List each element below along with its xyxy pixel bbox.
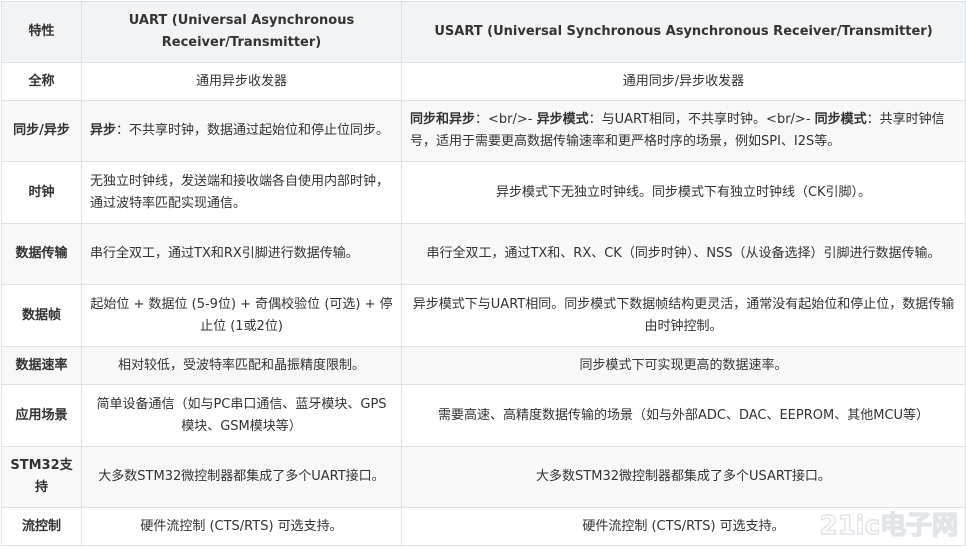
row-usart-value: 需要高速、高精度数据传输的场景（如与外部ADC、DAC、EEPROM、其他MCU… <box>401 384 966 447</box>
row-feature: 时钟 <box>1 161 82 224</box>
row-usart-value: 大多数STM32微控制器都集成了多个USART接口。 <box>401 446 966 508</box>
header-usart: USART (Universal Synchronous Asynchronou… <box>401 1 966 63</box>
row-feature: 数据传输 <box>1 223 82 285</box>
row-uart-value: 通用异步收发器 <box>81 62 402 101</box>
row-feature: 应用场景 <box>1 384 82 447</box>
row-usart-value: 通用同步/异步收发器 <box>401 62 966 101</box>
row-feature: 全称 <box>1 62 82 101</box>
row-usart-value: 同步和异步：<br/>- 异步模式：与UART相同，不共享时钟。<br/>- 同… <box>401 100 966 162</box>
table-row: 数据帧 起始位 + 数据位 (5-9位) + 奇偶校验位 (可选) + 停止位 … <box>1 284 966 347</box>
row-usart-value: 异步模式下无独立时钟线。同步模式下有独立时钟线（CK引脚）。 <box>401 161 966 224</box>
row-uart-value: 异步：不共享时钟，数据通过起始位和停止位同步。 <box>81 100 402 162</box>
table-row: STM32支持 大多数STM32微控制器都集成了多个UART接口。 大多数STM… <box>1 446 966 508</box>
row-usart-value: 硬件流控制 (CTS/RTS) 可选支持。 <box>401 507 966 546</box>
usart-async-mode-term: 异步模式 <box>536 112 589 127</box>
row-uart-value: 无独立时钟线，发送端和接收端各自使用内部时钟，通过波特率匹配实现通信。 <box>81 161 402 224</box>
uart-sync-desc: ：不共享时钟，数据通过起始位和停止位同步。 <box>116 123 390 138</box>
table-row: 数据速率 相对较低，受波特率匹配和晶振精度限制。 同步模式下可实现更高的数据速率… <box>1 346 966 385</box>
row-feature: 数据帧 <box>1 284 82 347</box>
usart-sync-text-2: ：与UART相同，不共享时钟。<br/>- <box>588 112 815 127</box>
row-uart-value: 硬件流控制 (CTS/RTS) 可选支持。 <box>81 507 402 546</box>
usart-sync-mode-term: 同步模式 <box>814 112 867 127</box>
uart-usart-comparison-table: 特性 UART (Universal Asynchronous Receiver… <box>1 1 966 546</box>
row-uart-value: 串行全双工，通过TX和RX引脚进行数据传输。 <box>81 223 402 285</box>
row-uart-value: 简单设备通信（如与PC串口通信、蓝牙模块、GPS模块、GSM模块等） <box>81 384 402 447</box>
row-uart-value: 相对较低，受波特率匹配和晶振精度限制。 <box>81 346 402 385</box>
table-row: 数据传输 串行全双工，通过TX和RX引脚进行数据传输。 串行全双工，通过TX和、… <box>1 223 966 285</box>
usart-sync-term: 同步和异步 <box>410 112 476 127</box>
header-uart: UART (Universal Asynchronous Receiver/Tr… <box>81 1 402 63</box>
row-feature: 流控制 <box>1 507 82 546</box>
header-feature: 特性 <box>1 1 82 63</box>
row-usart-value: 异步模式下与UART相同。同步模式下数据帧结构更灵活，通常没有起始位和停止位，数… <box>401 284 966 347</box>
row-feature: STM32支持 <box>1 446 82 508</box>
table-row: 全称 通用异步收发器 通用同步/异步收发器 <box>1 62 966 101</box>
table-row: 同步/异步 异步：不共享时钟，数据通过起始位和停止位同步。 同步和异步：<br/… <box>1 100 966 162</box>
table-row: 时钟 无独立时钟线，发送端和接收端各自使用内部时钟，通过波特率匹配实现通信。 异… <box>1 161 966 224</box>
uart-sync-term: 异步 <box>90 123 117 138</box>
row-uart-value: 大多数STM32微控制器都集成了多个UART接口。 <box>81 446 402 508</box>
row-feature: 同步/异步 <box>1 100 82 162</box>
row-feature: 数据速率 <box>1 346 82 385</box>
row-uart-value: 起始位 + 数据位 (5-9位) + 奇偶校验位 (可选) + 停止位 (1或2… <box>81 284 402 347</box>
row-usart-value: 串行全双工，通过TX和、RX、CK（同步时钟）、NSS（从设备选择）引脚进行数据… <box>401 223 966 285</box>
table-row: 流控制 硬件流控制 (CTS/RTS) 可选支持。 硬件流控制 (CTS/RTS… <box>1 507 966 546</box>
table-row: 应用场景 简单设备通信（如与PC串口通信、蓝牙模块、GPS模块、GSM模块等） … <box>1 384 966 447</box>
usart-sync-text-1: ：<br/>- <box>475 112 537 127</box>
table-header-row: 特性 UART (Universal Asynchronous Receiver… <box>1 1 966 63</box>
row-usart-value: 同步模式下可实现更高的数据速率。 <box>401 346 966 385</box>
